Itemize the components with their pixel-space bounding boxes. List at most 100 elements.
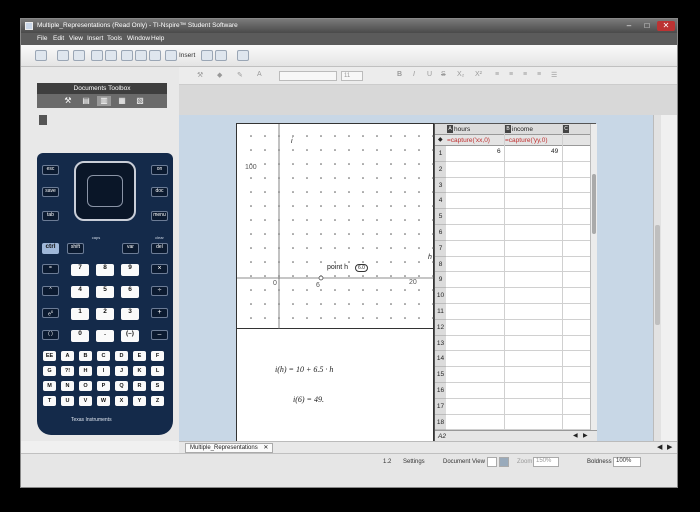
graphs-page[interactable]: i h 100 0 6 20 point h 6.0 [236,123,435,330]
letter-key-8[interactable]: ?! [61,366,74,376]
page-sorter-icon[interactable] [215,50,227,61]
font-size-select[interactable]: 11 [341,71,363,81]
column-letter-b[interactable]: B [505,125,511,133]
insert-icon[interactable] [165,50,177,61]
content-explorer-icon[interactable]: ▧ [133,96,147,106]
row-header[interactable]: 9 [435,272,446,289]
save-icon[interactable] [73,50,85,61]
document-scrollbar[interactable] [653,115,661,441]
row-header[interactable]: 10 [435,288,446,304]
letter-key-6[interactable]: F [151,351,164,361]
menu-tools[interactable]: Tools [107,35,122,42]
row-header[interactable]: 17 [435,398,446,415]
tab-scroll-right-icon[interactable]: ▶ [667,443,672,451]
strikethrough-button[interactable]: S [441,71,446,78]
row-header[interactable]: 12 [435,319,446,336]
key-decimal[interactable]: . [96,330,114,342]
var-key[interactable]: var [122,243,139,254]
formula-hours[interactable]: =capture('xx,0) [447,137,490,144]
row-header[interactable]: 5 [435,209,446,225]
zoom-select[interactable]: 150% [533,457,559,467]
menu-view[interactable]: View [69,35,83,42]
key-7[interactable]: 7 [71,264,89,276]
letter-key-25[interactable]: X [115,396,128,406]
menu-key[interactable]: menu [151,211,168,221]
redo-icon[interactable] [105,50,117,61]
row-header[interactable]: 11 [435,304,446,320]
cell-b1[interactable]: 49 [551,148,558,155]
document-tab[interactable]: Multiple_Representations ✕ [185,443,274,453]
open-document-icon[interactable] [57,50,69,61]
insert-label[interactable]: Insert [179,52,195,59]
cell-reference[interactable]: A2 [438,433,446,440]
letter-key-5[interactable]: E [133,351,146,361]
letter-key-14[interactable]: M [43,381,56,391]
fill-color-icon[interactable]: ◆ [217,71,222,79]
point-value-badge[interactable]: 6.0 [355,264,368,272]
computer-view-icon[interactable] [499,457,509,467]
notes-page[interactable]: i(h) = 10 + 6.5 · h i(6) = 49. [236,329,434,441]
layout-grid-icon[interactable] [237,50,249,61]
key-exp[interactable]: ex [42,308,59,318]
row-header[interactable]: 6 [435,225,446,241]
letter-key-17[interactable]: P [97,381,110,391]
tab-scroll-left-icon[interactable]: ◀ [657,443,662,451]
column-name-income[interactable]: income [512,126,533,133]
row-header[interactable]: 15 [435,367,446,383]
list-button[interactable]: ☰ [551,71,557,79]
text-color-icon[interactable]: A [257,71,262,78]
row-header[interactable]: 3 [435,177,446,194]
italic-button[interactable]: I [413,71,415,78]
letter-key-13[interactable]: L [151,366,164,376]
page-sorter-tab-icon[interactable]: ▤ [79,96,93,106]
row-header[interactable]: 16 [435,383,446,399]
align-left-button[interactable]: ≡ [495,71,499,78]
menu-insert[interactable]: Insert [87,35,103,42]
calculator-tab-icon[interactable]: ▥ [97,96,111,106]
letter-key-21[interactable]: T [43,396,56,406]
row-header[interactable]: 4 [435,193,446,210]
letter-key-26[interactable]: Y [133,396,146,406]
ctrl-key[interactable]: ctrl [42,243,59,254]
menu-edit[interactable]: Edit [53,35,64,42]
row-header[interactable]: 18 [435,414,446,431]
key-2[interactable]: 2 [96,308,114,320]
letter-key-9[interactable]: H [79,366,92,376]
bold-button[interactable]: B [397,71,402,78]
letter-key-16[interactable]: O [79,381,92,391]
copy-icon[interactable] [135,50,147,61]
tab-key[interactable]: tab [42,211,59,221]
doc-key[interactable]: doc [151,187,168,197]
align-justify-button[interactable]: ≡ [537,71,541,78]
utilities-icon[interactable]: ▦ [115,96,129,106]
letter-key-23[interactable]: V [79,396,92,406]
undo-icon[interactable] [91,50,103,61]
letter-key-24[interactable]: W [97,396,110,406]
key-4[interactable]: 4 [71,286,89,298]
key-multiply[interactable]: × [151,264,168,274]
letter-key-3[interactable]: C [97,351,110,361]
letter-key-1[interactable]: A [61,351,74,361]
key-0[interactable]: 0 [71,330,89,342]
key-3[interactable]: 3 [121,308,139,320]
key-paren[interactable]: ( ) [42,330,59,340]
settings-link[interactable]: Settings [403,459,425,465]
sheet-scrollbar[interactable] [590,124,597,430]
esc-key[interactable]: esc [42,165,59,175]
row-header[interactable]: 1 [435,146,446,162]
letter-key-19[interactable]: R [133,381,146,391]
subscript-button[interactable]: X₂ [457,71,464,78]
letter-key-7[interactable]: G [43,366,56,376]
row-header[interactable]: 2 [435,161,446,178]
key-9[interactable]: 9 [121,264,139,276]
letter-key-12[interactable]: K [133,366,146,376]
letter-key-10[interactable]: I [97,366,110,376]
letter-key-20[interactable]: S [151,381,164,391]
key-minus[interactable]: – [151,330,168,340]
column-letter-a[interactable]: A [447,125,453,133]
column-letter-c[interactable]: C [563,125,569,133]
maximize-button[interactable]: □ [639,21,655,31]
close-button[interactable]: ✕ [657,21,675,31]
key-divide[interactable]: ÷ [151,286,168,296]
page-layout-icon[interactable] [201,50,213,61]
